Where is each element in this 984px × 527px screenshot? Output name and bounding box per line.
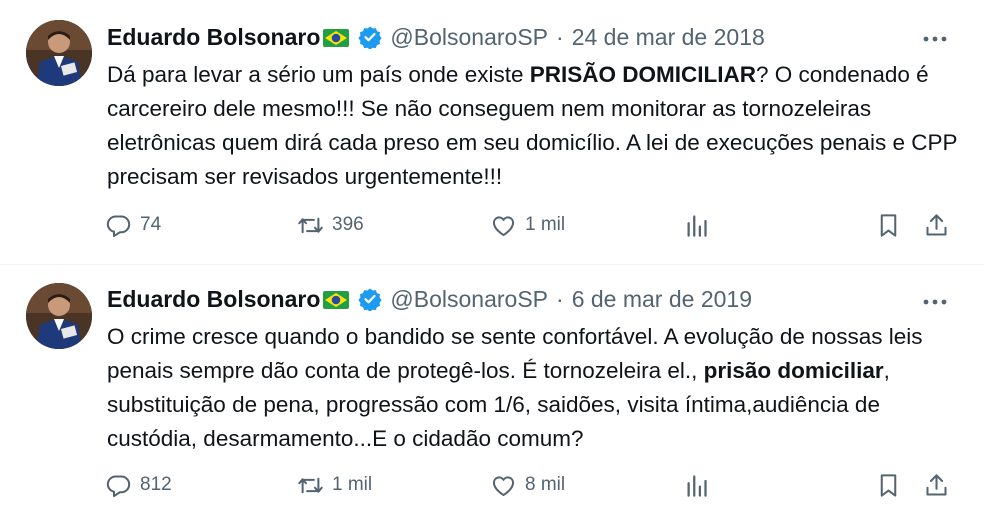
separator-dot: · <box>556 285 564 312</box>
share-icon <box>926 473 947 496</box>
retweet-button[interactable]: 1 mil <box>297 468 372 502</box>
heart-icon <box>492 475 515 496</box>
tweet-text: O crime cresce quando o bandido se sente… <box>107 320 967 456</box>
share-icon <box>926 213 947 236</box>
views-button[interactable] <box>683 468 710 502</box>
tweet-text-bold: PRISÃO DOMICILIAR <box>529 62 756 87</box>
tweet-text-start: Dá para levar a sério um país onde exist… <box>107 62 530 87</box>
more-icon[interactable] <box>920 24 950 54</box>
retweet-icon <box>298 217 323 233</box>
tweet-header: Eduardo Bolsonaro @BolsonaroSP · 6 de ma… <box>107 284 752 314</box>
share-button[interactable] <box>923 208 950 242</box>
author-handle[interactable]: @BolsonaroSP <box>390 24 548 51</box>
verified-badge-icon[interactable] <box>358 25 383 50</box>
tweet[interactable]: Eduardo Bolsonaro @BolsonaroSP · 24 de m… <box>0 0 984 265</box>
like-button[interactable]: 8 mil <box>490 468 565 502</box>
tweet-text-bold: prisão domiciliar <box>703 358 884 383</box>
author-handle[interactable]: @BolsonaroSP <box>390 286 548 313</box>
avatar[interactable] <box>26 283 92 349</box>
separator-dot: · <box>556 23 564 50</box>
bookmark-icon <box>880 213 897 237</box>
action-bar: 74 396 1 mil <box>105 208 965 242</box>
like-count: 1 mil <box>525 214 566 235</box>
reply-count: 74 <box>140 214 162 235</box>
tweet-date[interactable]: 24 de mar de 2018 <box>572 24 765 51</box>
tweet-text: Dá para levar a sério um país onde exist… <box>107 58 967 194</box>
retweet-count: 396 <box>332 214 364 235</box>
reply-button[interactable]: 74 <box>105 208 161 242</box>
retweet-button[interactable]: 396 <box>297 208 364 242</box>
author-name[interactable]: Eduardo Bolsonaro <box>107 24 320 51</box>
reply-icon <box>106 474 131 497</box>
verified-badge-icon[interactable] <box>358 287 383 312</box>
reply-button[interactable]: 812 <box>105 468 172 502</box>
tweet-header: Eduardo Bolsonaro @BolsonaroSP · 24 de m… <box>107 22 765 52</box>
bookmark-button[interactable] <box>875 468 902 502</box>
action-bar: 812 1 mil 8 mil <box>105 468 965 502</box>
author-name[interactable]: Eduardo Bolsonaro <box>107 286 320 313</box>
reply-count: 812 <box>140 474 172 495</box>
views-icon <box>687 214 707 237</box>
share-button[interactable] <box>923 468 950 502</box>
like-count: 8 mil <box>525 474 566 495</box>
views-icon <box>687 474 707 497</box>
tweet-date[interactable]: 6 de mar de 2019 <box>572 286 752 313</box>
bookmark-icon <box>880 473 897 497</box>
tweet[interactable]: Eduardo Bolsonaro @BolsonaroSP · 6 de ma… <box>0 265 984 527</box>
views-button[interactable] <box>683 208 710 242</box>
brazil-flag-icon <box>322 289 350 309</box>
reply-icon <box>106 214 131 237</box>
like-button[interactable]: 1 mil <box>490 208 565 242</box>
avatar[interactable] <box>26 20 92 86</box>
brazil-flag-icon <box>322 27 350 47</box>
retweet-icon <box>298 477 323 493</box>
more-icon[interactable] <box>920 287 950 317</box>
retweet-count: 1 mil <box>332 474 373 495</box>
bookmark-button[interactable] <box>875 208 902 242</box>
heart-icon <box>492 215 515 236</box>
